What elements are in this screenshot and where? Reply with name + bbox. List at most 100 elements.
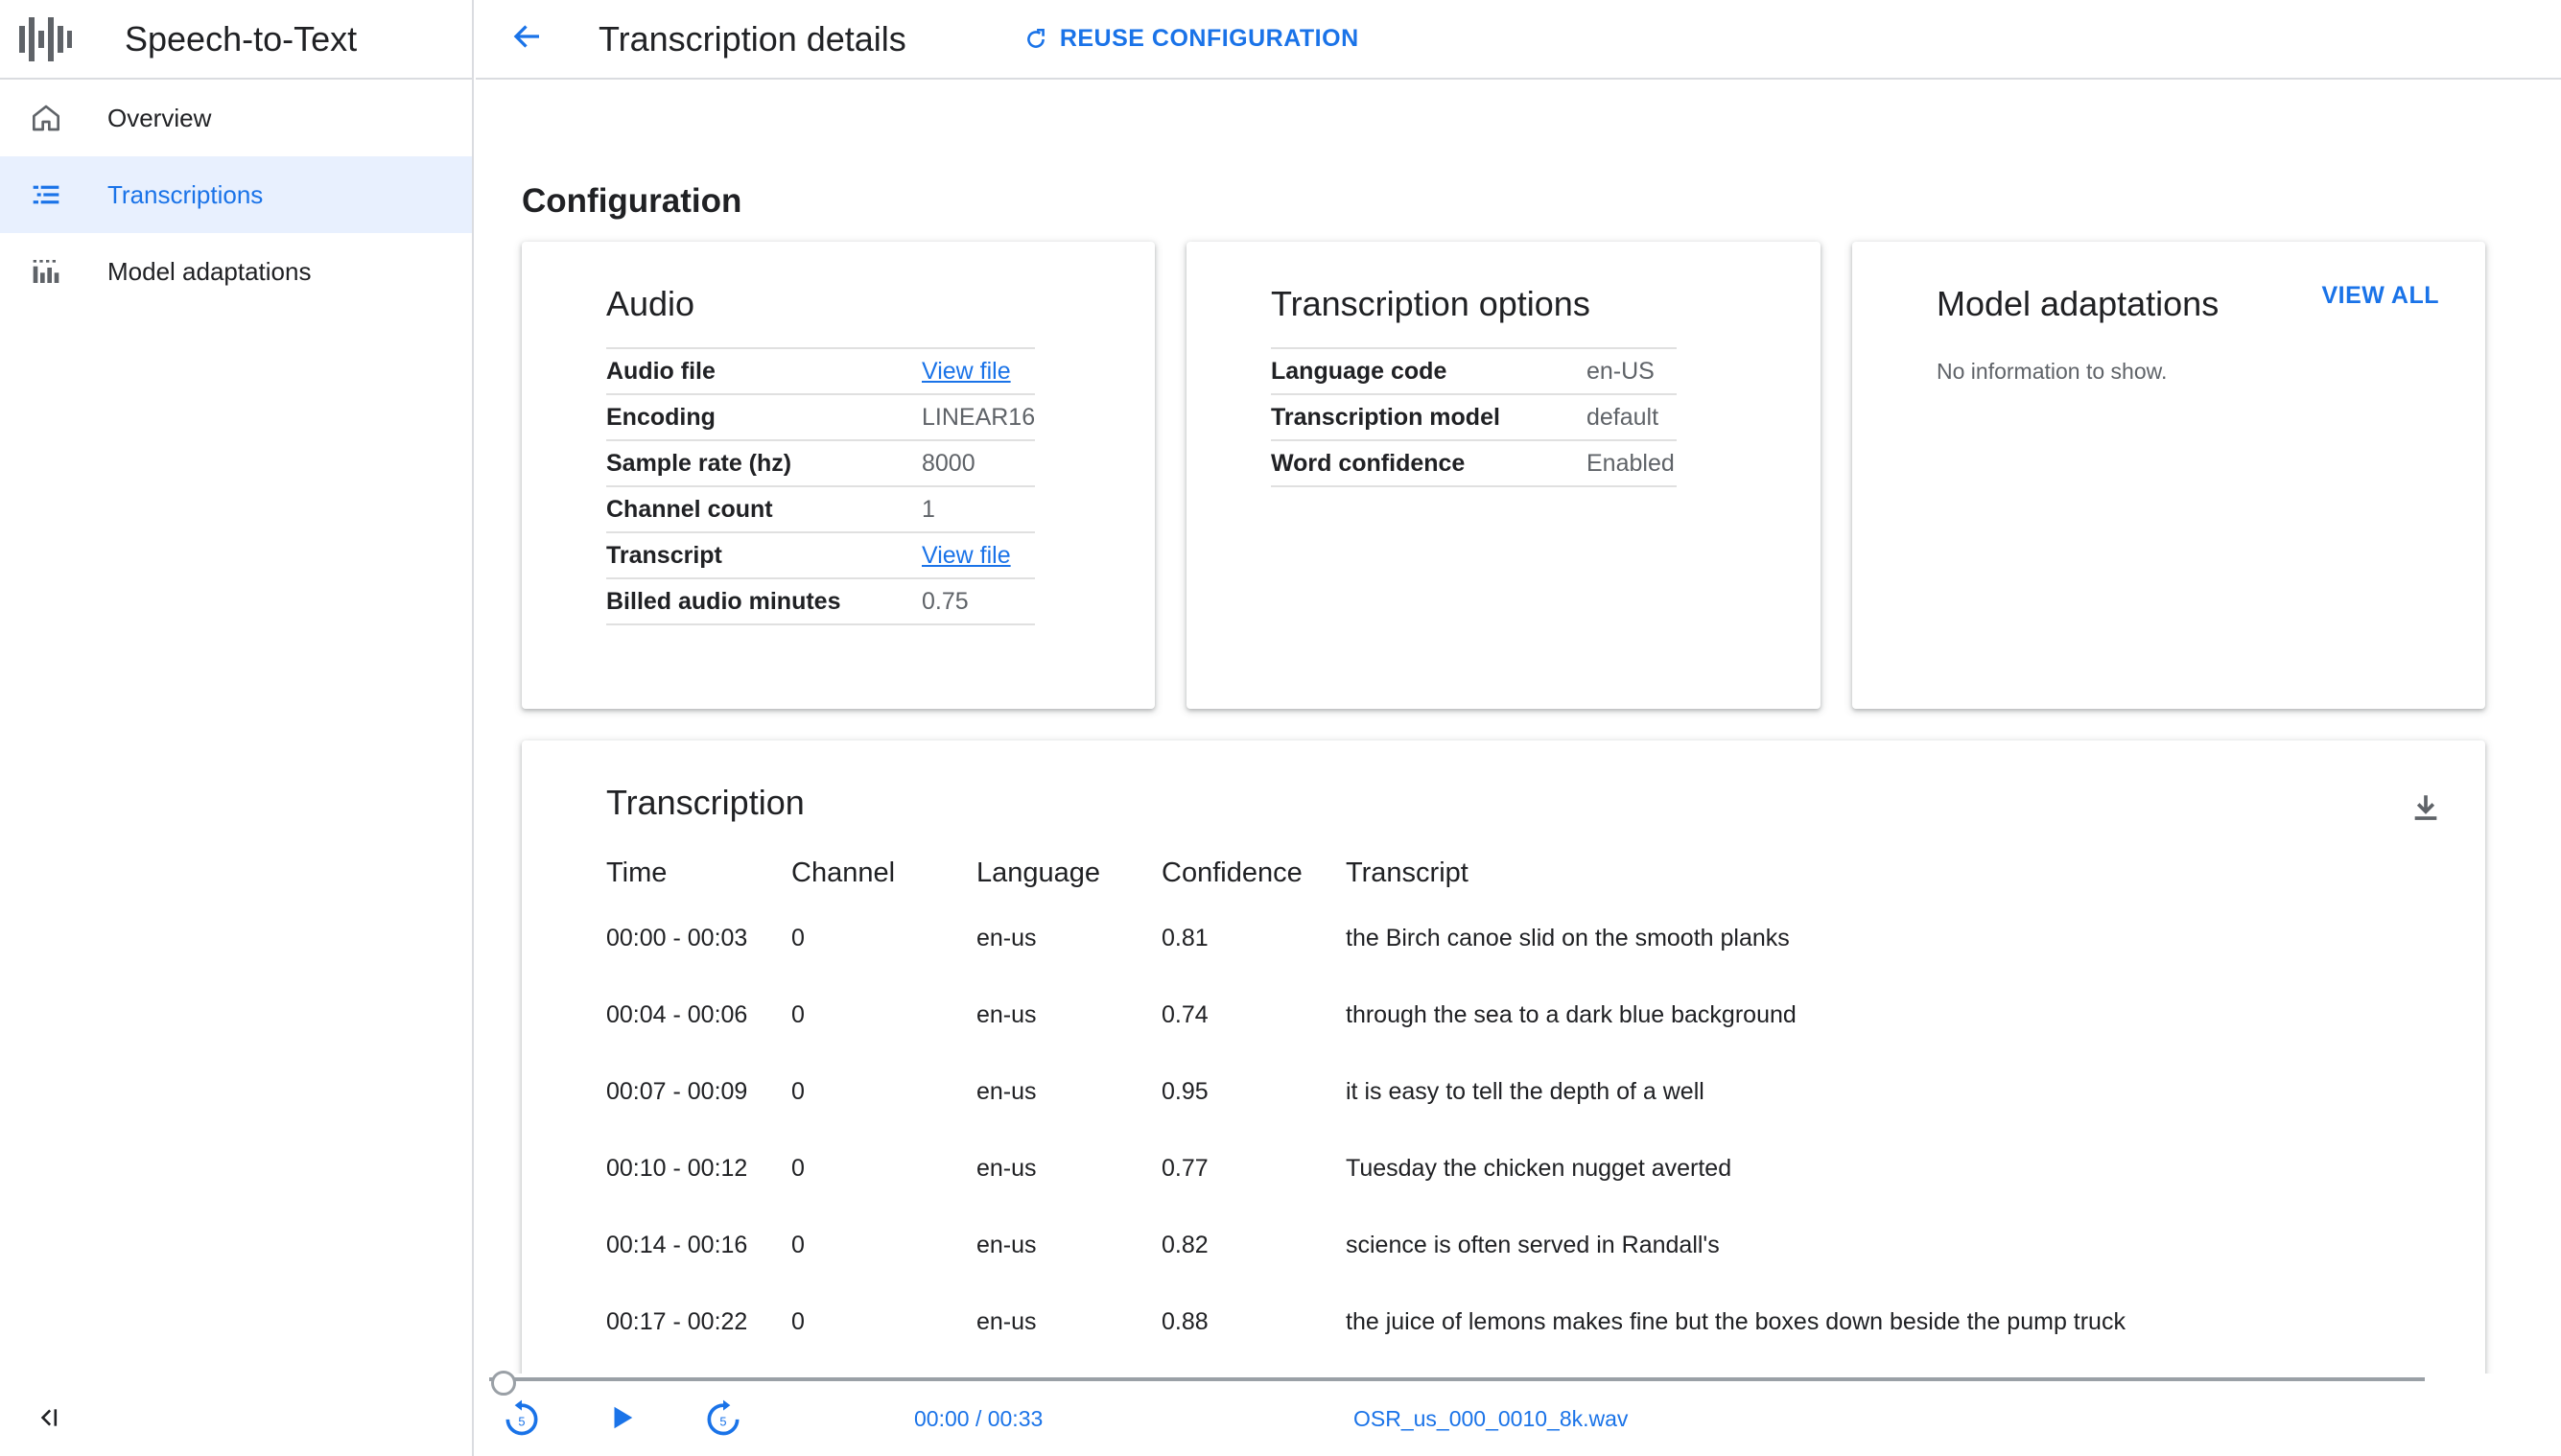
kv-row: Word confidence Enabled (1271, 439, 1677, 487)
kv-key: Channel count (606, 485, 922, 532)
collapse-sidebar-button[interactable] (29, 1400, 67, 1439)
view-all-button[interactable]: VIEW ALL (2321, 282, 2439, 310)
back-button[interactable] (506, 18, 549, 60)
replay-5-icon: 5 (501, 1397, 543, 1444)
cell-channel: 0 (791, 924, 805, 951)
sidebar-item-transcriptions[interactable]: Transcriptions (0, 156, 472, 233)
audio-player: 5 5 00:00 / 00:33 OSR_us_000_0010_8k.wav (476, 1371, 2561, 1456)
svg-text:5: 5 (518, 1414, 525, 1428)
cell-language: en-us (976, 1154, 1037, 1182)
transcription-card: Transcription Time Channel Language Conf… (522, 740, 2485, 1450)
column-header-transcript: Transcript (1346, 857, 1468, 888)
sidebar-item-label: Overview (107, 103, 212, 132)
kv-key: Sample rate (hz) (606, 439, 922, 486)
audio-card-title: Audio (606, 284, 695, 323)
play-icon (607, 1403, 636, 1437)
replay-5-button[interactable]: 5 (499, 1397, 545, 1443)
table-row[interactable]: 00:00 - 00:03 0 en-us 0.81 the Birch can… (606, 900, 2126, 976)
audio-file-name: OSR_us_000_0010_8k.wav (1353, 1406, 1629, 1431)
table-row[interactable]: 00:14 - 00:16 0 en-us 0.82 science is of… (606, 1207, 2126, 1283)
kv-row: Transcription model default (1271, 393, 1677, 440)
table-row[interactable]: 00:10 - 00:12 0 en-us 0.77 Tuesday the c… (606, 1130, 2126, 1207)
sidebar-item-label: Model adaptations (107, 256, 312, 286)
model-adaptations-card: Model adaptations VIEW ALL No informatio… (1852, 242, 2485, 709)
kv-row: Billed audio minutes 0.75 (606, 577, 1036, 625)
kv-value: View file (922, 531, 1036, 578)
kv-key: Transcription model (1271, 393, 1586, 440)
svg-text:5: 5 (719, 1414, 726, 1428)
cell-transcript: the Birch canoe slid on the smooth plank… (1346, 924, 1790, 951)
configuration-heading: Configuration (522, 182, 742, 220)
table-row[interactable]: 00:04 - 00:06 0 en-us 0.74 through the s… (606, 976, 2126, 1053)
cell-time: 00:10 - 00:12 (606, 1154, 748, 1182)
cell-transcript: science is often served in Randall's (1346, 1231, 1720, 1258)
home-icon (29, 101, 63, 135)
table-header-row: Time Channel Language Confidence Transcr… (606, 846, 2126, 900)
kv-key: Transcript (606, 531, 922, 578)
cell-confidence: 0.82 (1162, 1231, 1209, 1258)
transcript-file-link[interactable]: View file (922, 542, 1011, 569)
table-row[interactable]: 00:17 - 00:22 0 en-us 0.88 the juice of … (606, 1283, 2126, 1360)
audio-file-link[interactable]: View file (922, 358, 1011, 385)
list-icon (29, 177, 63, 212)
model-icon (29, 254, 63, 289)
cell-time: 00:17 - 00:22 (606, 1307, 748, 1335)
kv-key: Audio file (606, 347, 922, 394)
cell-transcript: the juice of lemons makes fine but the b… (1346, 1307, 2126, 1335)
kv-value: LINEAR16 (922, 393, 1036, 440)
transcription-options-title: Transcription options (1271, 284, 1590, 323)
cell-time: 00:00 - 00:03 (606, 924, 748, 951)
cell-language: en-us (976, 924, 1037, 951)
progress-bar[interactable] (489, 1371, 2425, 1396)
kv-key: Language code (1271, 347, 1586, 394)
brand-header: Speech-to-Text (0, 0, 472, 80)
audio-card: Audio Audio file View file Encoding LINE… (522, 242, 1155, 709)
cell-transcript: through the sea to a dark blue backgroun… (1346, 1000, 1797, 1028)
forward-5-button[interactable]: 5 (700, 1397, 746, 1443)
progress-handle[interactable] (491, 1371, 516, 1396)
cell-language: en-us (976, 1231, 1037, 1258)
kv-value: 1 (922, 485, 1036, 532)
cell-confidence: 0.88 (1162, 1307, 1209, 1335)
kv-row: Audio file View file (606, 347, 1036, 394)
cell-confidence: 0.95 (1162, 1077, 1209, 1105)
cell-time: 00:07 - 00:09 (606, 1077, 748, 1105)
cell-confidence: 0.77 (1162, 1154, 1209, 1182)
download-icon (2409, 791, 2442, 829)
transcription-title: Transcription (606, 783, 805, 822)
arrow-back-icon (510, 19, 545, 59)
kv-row: Transcript View file (606, 531, 1036, 578)
empty-state-text: No information to show. (1937, 359, 2168, 384)
kv-key: Encoding (606, 393, 922, 440)
cell-language: en-us (976, 1000, 1037, 1028)
sidebar-item-overview[interactable]: Overview (0, 80, 472, 156)
column-header-language: Language (976, 857, 1101, 888)
speech-to-text-logo-icon (17, 15, 75, 63)
download-button[interactable] (2405, 788, 2447, 831)
kv-row: Sample rate (hz) 8000 (606, 439, 1036, 486)
cell-transcript: Tuesday the chicken nugget averted (1346, 1154, 1732, 1182)
app-title: Speech-to-Text (125, 18, 358, 59)
reuse-icon (1023, 27, 1048, 52)
sidebar-item-model-adaptations[interactable]: Model adaptations (0, 233, 472, 310)
collapse-icon (35, 1405, 60, 1435)
options-table: Language code en-US Transcription model … (1271, 347, 1677, 487)
cell-channel: 0 (791, 1000, 805, 1028)
reuse-configuration-button[interactable]: REUSE CONFIGURATION (1023, 25, 1359, 53)
column-header-time: Time (606, 857, 668, 888)
table-row[interactable]: 00:07 - 00:09 0 en-us 0.95 it is easy to… (606, 1053, 2126, 1130)
kv-value: View file (922, 347, 1036, 394)
cell-channel: 0 (791, 1077, 805, 1105)
page-header: Transcription details REUSE CONFIGURATIO… (476, 0, 2561, 80)
model-adaptations-title: Model adaptations (1937, 284, 2220, 323)
play-button[interactable] (599, 1397, 645, 1443)
transcription-options-card: Transcription options Language code en-U… (1187, 242, 1821, 709)
audio-table: Audio file View file Encoding LINEAR16 S… (606, 347, 1036, 625)
kv-row: Language code en-US (1271, 347, 1677, 394)
sidebar: Speech-to-Text Overview Transcriptions M… (0, 0, 474, 1456)
sidebar-item-label: Transcriptions (107, 179, 264, 209)
cell-time: 00:14 - 00:16 (606, 1231, 748, 1258)
cell-language: en-us (976, 1077, 1037, 1105)
cell-language: en-us (976, 1307, 1037, 1335)
kv-value: 0.75 (922, 577, 1036, 625)
